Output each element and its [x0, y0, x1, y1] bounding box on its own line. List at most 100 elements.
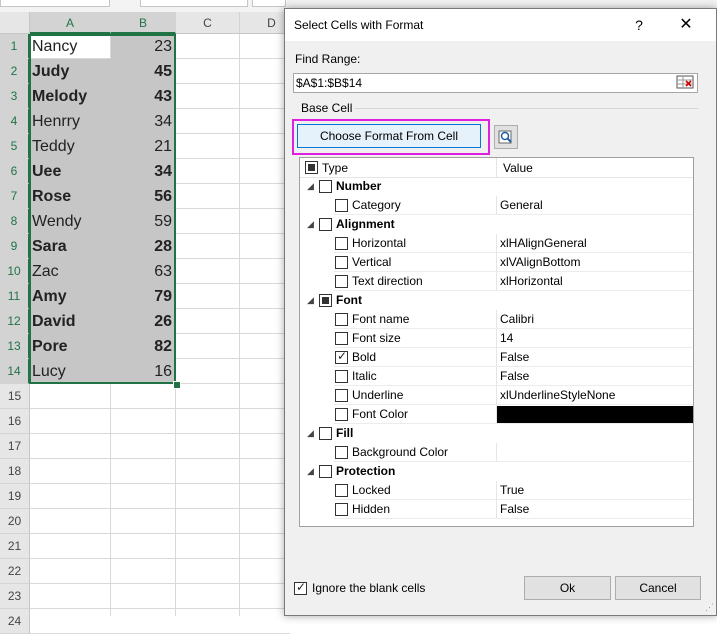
tree-item-row[interactable]: Font name Calibri [300, 310, 693, 329]
resize-grip-icon[interactable]: ⋰ [705, 602, 714, 613]
cell-value[interactable]: 56 [111, 184, 176, 209]
cell-name[interactable]: Nancy [30, 34, 111, 59]
cell-value[interactable]: 63 [111, 259, 176, 284]
tree-checkbox[interactable] [335, 389, 348, 402]
tree-item-row[interactable]: Background Color [300, 443, 693, 462]
cell-value[interactable]: 23 [111, 34, 176, 59]
row-header[interactable]: 19 [0, 484, 30, 509]
cell-name[interactable]: Rose [30, 184, 111, 209]
cell-name[interactable]: David [30, 309, 111, 334]
row-header[interactable]: 11 [0, 284, 30, 309]
row-header[interactable]: 24 [0, 609, 30, 634]
pick-cell-button[interactable] [494, 125, 518, 149]
tree-checkbox[interactable] [335, 503, 348, 516]
cell-value[interactable]: 21 [111, 134, 176, 159]
expander-icon[interactable]: ◢ [307, 177, 314, 196]
close-button[interactable]: ✕ [671, 13, 701, 37]
cell-name[interactable]: Melody [30, 84, 111, 109]
tree-checkbox[interactable] [319, 465, 332, 478]
tree-checkbox[interactable] [335, 332, 348, 345]
cell-name[interactable]: Zac [30, 259, 111, 284]
cell-value[interactable]: 34 [111, 109, 176, 134]
tree-checkbox[interactable]: ✓ [335, 349, 348, 364]
tree-item-row[interactable]: Italic False [300, 367, 693, 386]
row-header[interactable]: 10 [0, 259, 30, 284]
tree-checkbox[interactable] [319, 427, 332, 440]
tree-group-row[interactable]: ◢ Protection [300, 462, 693, 481]
row-header[interactable]: 4 [0, 109, 30, 134]
row-header[interactable]: 6 [0, 159, 30, 184]
fill-handle[interactable] [173, 381, 181, 389]
tree-checkbox[interactable] [335, 237, 348, 250]
row-header[interactable]: 2 [0, 59, 30, 84]
formula-input[interactable] [140, 0, 248, 7]
row-header[interactable]: 23 [0, 584, 30, 609]
column-header-b[interactable]: B [111, 12, 176, 34]
cell-value[interactable]: 82 [111, 334, 176, 359]
expander-icon[interactable]: ◢ [307, 424, 314, 443]
formula-input-extra[interactable] [252, 0, 286, 7]
cell-name[interactable]: Judy [30, 59, 111, 84]
expander-icon[interactable]: ◢ [307, 215, 314, 234]
cell-value[interactable]: 28 [111, 234, 176, 259]
find-range-input[interactable]: $A$1:$B$14 [293, 73, 698, 93]
dialog-titlebar[interactable]: Select Cells with Format ? ✕ [285, 9, 716, 41]
cell-name[interactable]: Teddy [30, 134, 111, 159]
cell-value[interactable]: 59 [111, 209, 176, 234]
ok-button[interactable]: Ok [524, 576, 611, 600]
tree-item-row[interactable]: Vertical xlVAlignBottom [300, 253, 693, 272]
row-header[interactable]: 15 [0, 384, 30, 409]
tree-checkbox[interactable] [335, 313, 348, 326]
tree-item-row[interactable]: Horizontal xlHAlignGeneral [300, 234, 693, 253]
cell-name[interactable]: Sara [30, 234, 111, 259]
row-header[interactable]: 1 [0, 34, 30, 59]
tree-item-row[interactable]: Underline xlUnderlineStyleNone [300, 386, 693, 405]
row-header[interactable]: 20 [0, 509, 30, 534]
cell-value[interactable]: 79 [111, 284, 176, 309]
row-header[interactable]: 13 [0, 334, 30, 359]
row-header[interactable]: 16 [0, 409, 30, 434]
cell-value[interactable]: 34 [111, 159, 176, 184]
select-all-corner[interactable] [0, 12, 30, 34]
row-header[interactable]: 14 [0, 359, 30, 384]
cell-name[interactable]: Pore [30, 334, 111, 359]
cell-name[interactable]: Amy [30, 284, 111, 309]
cell-name[interactable]: Lucy [30, 359, 111, 384]
tree-checkbox[interactable] [319, 180, 332, 193]
row-header[interactable]: 21 [0, 534, 30, 559]
row-header[interactable]: 22 [0, 559, 30, 584]
header-checkbox[interactable] [305, 161, 318, 174]
tree-checkbox[interactable] [319, 218, 332, 231]
tree-checkbox[interactable] [335, 446, 348, 459]
tree-group-row[interactable]: ◢ Number [300, 177, 693, 196]
cell-value[interactable]: 43 [111, 84, 176, 109]
cell-name[interactable]: Henrry [30, 109, 111, 134]
row-header[interactable]: 12 [0, 309, 30, 334]
tree-item-row[interactable]: Hidden False [300, 500, 693, 519]
tree-checkbox[interactable] [319, 294, 332, 307]
tree-item-row[interactable]: Category General [300, 196, 693, 215]
column-header-a[interactable]: A [30, 12, 111, 34]
row-header[interactable]: 9 [0, 234, 30, 259]
row-header[interactable]: 3 [0, 84, 30, 109]
cell-value[interactable]: 16 [111, 359, 176, 384]
row-header[interactable]: 7 [0, 184, 30, 209]
column-header-c[interactable]: C [176, 12, 240, 34]
tree-checkbox[interactable] [335, 484, 348, 497]
range-select-icon[interactable] [676, 75, 696, 91]
tree-item-row[interactable]: ✓ Bold False [300, 348, 693, 367]
tree-item-row[interactable]: Font size 14 [300, 329, 693, 348]
tree-group-row[interactable]: ◢ Alignment [300, 215, 693, 234]
tree-checkbox[interactable] [335, 370, 348, 383]
row-header[interactable]: 18 [0, 459, 30, 484]
cell-name[interactable]: Wendy [30, 209, 111, 234]
tree-checkbox[interactable] [335, 256, 348, 269]
ignore-blank-checkbox[interactable]: ✓ [294, 580, 307, 595]
cell-value[interactable]: 26 [111, 309, 176, 334]
row-header[interactable]: 17 [0, 434, 30, 459]
expander-icon[interactable]: ◢ [307, 291, 314, 310]
cell-value[interactable]: 45 [111, 59, 176, 84]
cell-name[interactable]: Uee [30, 159, 111, 184]
cancel-button[interactable]: Cancel [615, 576, 701, 600]
tree-group-row[interactable]: ◢ Fill [300, 424, 693, 443]
